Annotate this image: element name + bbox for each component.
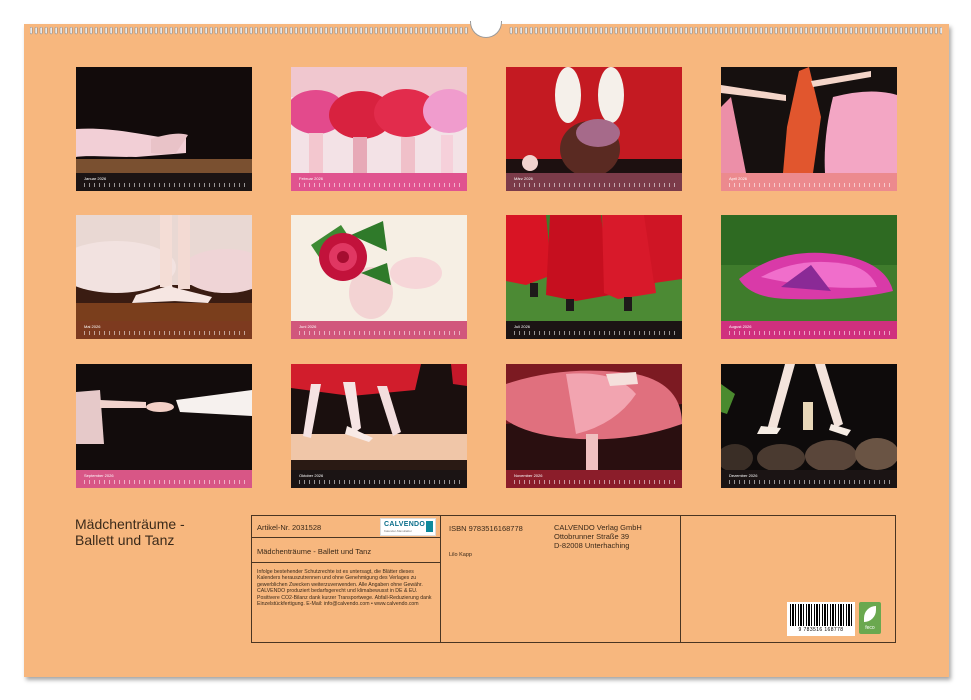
month-label: November 2026 [514, 473, 543, 478]
month-strip-november: November 2026 [506, 470, 682, 488]
month-strip-february: Februar 2026 [291, 173, 467, 191]
month-label: Juni 2026 [299, 324, 317, 329]
article-number: Artikel-Nr. 2031528 [257, 523, 322, 532]
month-label: April 2026 [729, 176, 748, 181]
photo-april [721, 67, 897, 173]
day-grid [84, 331, 246, 335]
month-strip-october: Oktober 2026 [291, 470, 467, 488]
photo-june [291, 215, 467, 321]
divider [252, 562, 440, 563]
month-label: März 2026 [514, 176, 533, 181]
title-line-2: Ballett und Tanz [75, 532, 175, 548]
day-grid [729, 331, 891, 335]
photo-may [76, 215, 252, 321]
day-grid [514, 183, 676, 187]
month-label: August 2026 [729, 324, 752, 329]
photo-december [721, 364, 897, 470]
day-grid [84, 183, 246, 187]
day-grid [299, 331, 461, 335]
feco-badge: feco [859, 602, 881, 634]
photo-july [506, 215, 682, 321]
month-label: Mai 2026 [84, 324, 101, 329]
photo-september [76, 364, 252, 470]
author: Lilo Kapp [449, 552, 472, 558]
logo-mark-icon [426, 521, 433, 532]
month-strip-march: März 2026 [506, 173, 682, 191]
day-grid [729, 480, 891, 484]
day-grid [299, 480, 461, 484]
month-strip-december: Dezember 2026 [721, 470, 897, 488]
publisher-line-1: CALVENDO Verlag GmbH [554, 523, 642, 532]
legal-text: Infolge bestehender Schutzrechte ist es … [257, 569, 432, 608]
day-grid [729, 183, 891, 187]
photo-january [76, 67, 252, 173]
month-label: Dezember 2026 [729, 473, 758, 478]
month-label: Januar 2026 [84, 176, 107, 181]
feco-label: feco [865, 625, 875, 631]
publisher-address: CALVENDO Verlag GmbH Ottobrunner Straße … [554, 523, 642, 550]
month-strip-june: Juni 2026 [291, 321, 467, 339]
month-label: Juli 2026 [514, 324, 531, 329]
month-strip-january: Januar 2026 [76, 173, 252, 191]
info-box: Artikel-Nr. 2031528 CALVENDO Kalender-Ma… [251, 515, 896, 643]
month-strip-april: April 2026 [721, 173, 897, 191]
product-title: Mädchenträume - Ballett und Tanz [257, 547, 372, 556]
publisher-line-2: Ottobrunner Straße 39 [554, 532, 630, 541]
month-strip-july: Juli 2026 [506, 321, 682, 339]
publisher-line-3: D-82008 Unterhaching [554, 541, 630, 550]
logo-text: CALVENDO [384, 521, 426, 528]
isbn-barcode: 9 783516 168778 [787, 602, 855, 636]
photo-march [506, 67, 682, 173]
barcode-number: 9 783516 168778 [798, 627, 844, 633]
month-strip-september: September 2026 [76, 470, 252, 488]
calvendo-logo: CALVENDO Kalender-Manufaktur [380, 518, 436, 536]
title-line-1: Mädchenträume - [75, 516, 185, 532]
day-grid [84, 480, 246, 484]
logo-subtext: Kalender-Manufaktur [384, 529, 413, 533]
divider [440, 516, 441, 642]
month-strip-may: Mai 2026 [76, 321, 252, 339]
divider [252, 537, 440, 538]
isbn: ISBN 9783516168778 [449, 524, 523, 533]
day-grid [299, 183, 461, 187]
month-label: Februar 2026 [299, 176, 324, 181]
month-label: September 2026 [84, 473, 114, 478]
month-label: Oktober 2026 [299, 473, 324, 478]
leaf-icon [864, 606, 876, 622]
photo-august [721, 215, 897, 321]
photo-october [291, 364, 467, 470]
photo-november [506, 364, 682, 470]
month-strip-august: August 2026 [721, 321, 897, 339]
divider [680, 516, 681, 642]
barcode-bars [790, 604, 852, 626]
photo-february [291, 67, 467, 173]
day-grid [514, 480, 676, 484]
day-grid [514, 331, 676, 335]
calendar-title: Mädchenträume - Ballett und Tanz [75, 516, 245, 548]
